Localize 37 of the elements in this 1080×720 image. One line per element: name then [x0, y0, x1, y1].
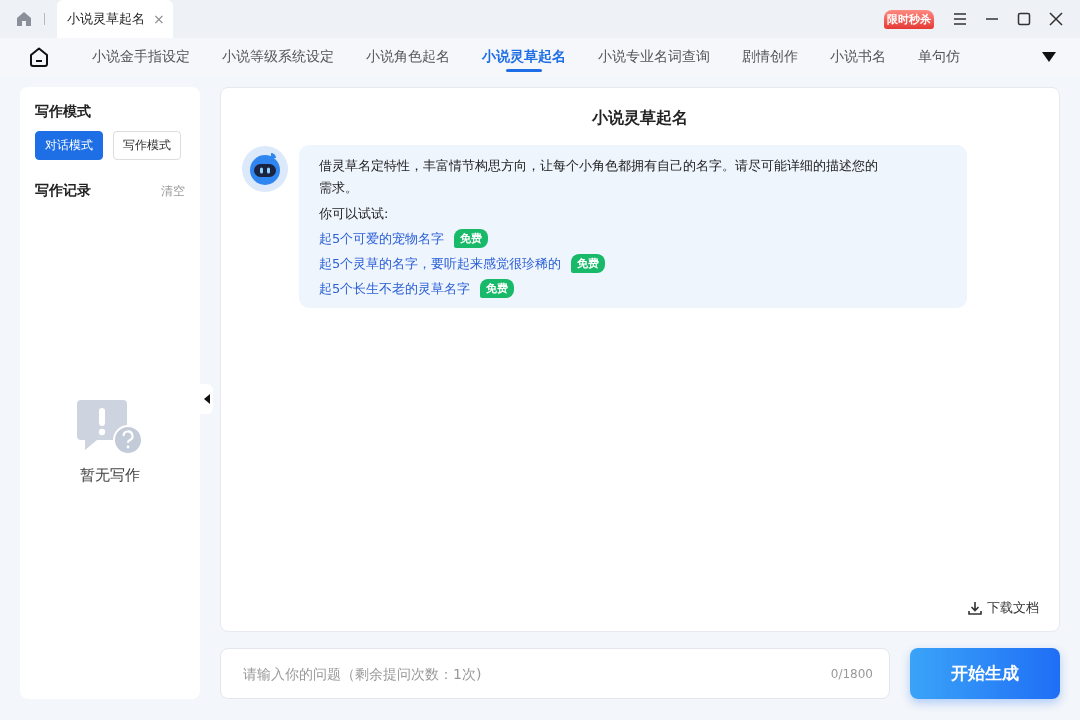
- nav-tab[interactable]: 单句仿: [902, 38, 976, 76]
- collapse-arrow-icon: [203, 394, 210, 404]
- nav-tab[interactable]: 小说金手指设定: [76, 38, 206, 76]
- nav-tab[interactable]: 小说书名: [814, 38, 902, 76]
- window-tab[interactable]: 小说灵草起名 ×: [57, 0, 173, 38]
- download-button[interactable]: 下载文档: [967, 599, 1039, 617]
- download-icon: [967, 600, 983, 616]
- message-text: 借灵草名定特性，丰富情节构思方向，让每个小角色都拥有自己的名字。请尽可能详细的描述您的需求。: [319, 157, 879, 197]
- free-tag: 免费: [571, 254, 606, 273]
- nav-tab[interactable]: 小说角色起名: [350, 38, 466, 76]
- dropdown-icon[interactable]: [1042, 52, 1056, 62]
- menu-icon[interactable]: [952, 11, 968, 27]
- nav-tab[interactable]: 小说专业名词查询: [582, 38, 726, 76]
- free-tag: 免费: [454, 229, 489, 248]
- home-icon[interactable]: [28, 46, 50, 68]
- mode-button[interactable]: 写作模式: [113, 131, 181, 160]
- collapse-button[interactable]: [200, 384, 213, 414]
- mode-button[interactable]: 对话模式: [35, 131, 103, 160]
- nav-tab[interactable]: 小说等级系统设定: [206, 38, 350, 76]
- robot-avatar-icon: [241, 145, 289, 193]
- try-label: 你可以试试:: [319, 205, 390, 223]
- suggestion-link[interactable]: 起5个可爱的宠物名字: [319, 229, 445, 248]
- suggestion-link[interactable]: 起5个灵草的名字，要听起来感觉很珍稀的: [319, 254, 562, 273]
- free-tag: 免费: [480, 279, 515, 298]
- empty-text: 暂无写作: [80, 466, 140, 485]
- close-icon[interactable]: [1048, 11, 1064, 27]
- maximize-icon[interactable]: [1016, 11, 1032, 27]
- close-tab-icon[interactable]: ×: [153, 11, 165, 27]
- char-counter: 0/1800: [830, 666, 873, 681]
- question-input[interactable]: 请输入你的问题（剩余提问次数：1次): [241, 664, 831, 683]
- nav-tab[interactable]: 小说灵草起名: [466, 38, 582, 76]
- generate-button[interactable]: 开始生成: [910, 648, 1060, 699]
- section-title: 写作模式: [35, 103, 92, 121]
- chat-title: 小说灵草起名: [591, 108, 689, 129]
- nav-tab[interactable]: 剧情创作: [726, 38, 814, 76]
- suggestion-link[interactable]: 起5个长生不老的灵草名字: [319, 279, 471, 298]
- section-title: 写作记录: [35, 182, 91, 200]
